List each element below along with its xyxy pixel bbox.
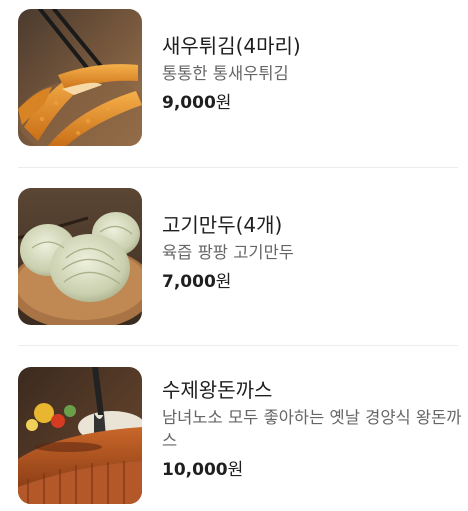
menu-item-description: 남녀노소 모두 좋아하는 옛날 경양식 왕돈까스	[162, 408, 462, 450]
menu-item-pork-cutlet[interactable]: 수제왕돈까스 남녀노소 모두 좋아하는 옛날 경양식 왕돈까스 10,000원	[0, 346, 468, 511]
menu-item-price: 10,000원	[162, 458, 462, 482]
fried-shrimp-image	[18, 9, 142, 146]
menu-item-fried-shrimp[interactable]: 새우튀김(4마리) 통통한 통새우튀김 9,000원	[0, 0, 468, 168]
menu-list: 새우튀김(4마리) 통통한 통새우튀김 9,000원 고기만두(4개) 육즙 팡…	[0, 0, 468, 511]
price-value: 7,000	[162, 272, 216, 292]
menu-item-name: 새우튀김(4마리)	[162, 34, 301, 58]
price-currency: 원	[215, 93, 232, 113]
price-currency: 원	[227, 460, 244, 480]
menu-item-price: 9,000원	[162, 91, 462, 115]
price-currency: 원	[215, 272, 232, 292]
pork-cutlet-image	[18, 367, 142, 504]
price-value: 9,000	[162, 93, 216, 113]
menu-item-info: 수제왕돈까스 남녀노소 모두 좋아하는 옛날 경양식 왕돈까스 10,000원	[162, 376, 462, 482]
meat-dumpling-image	[18, 188, 142, 325]
menu-item-description: 육즙 팡팡 고기만두	[162, 243, 294, 262]
menu-item-price: 7,000원	[162, 270, 462, 294]
menu-item-name: 고기만두(4개)	[162, 213, 283, 237]
menu-item-info: 새우튀김(4마리) 통통한 통새우튀김 9,000원	[162, 32, 462, 115]
menu-item-description: 통통한 통새우튀김	[162, 64, 289, 83]
menu-item-name: 수제왕돈까스	[162, 378, 273, 402]
menu-item-meat-dumpling[interactable]: 고기만두(4개) 육즙 팡팡 고기만두 7,000원	[0, 168, 468, 346]
price-value: 10,000	[162, 460, 228, 480]
menu-item-info: 고기만두(4개) 육즙 팡팡 고기만두 7,000원	[162, 211, 462, 294]
